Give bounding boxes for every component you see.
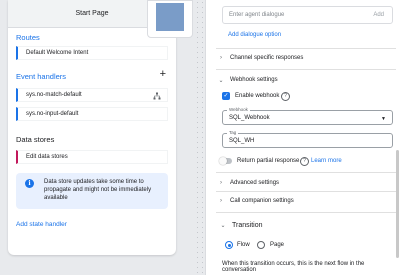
add-dialogue-option-link[interactable]: Add dialogue option	[228, 32, 281, 38]
help-icon[interactable]: ?	[300, 157, 309, 166]
divider	[216, 69, 396, 70]
dropdown-arrow-icon: ▼	[381, 116, 386, 122]
scrollbar[interactable]	[396, 150, 399, 258]
chevron-down-icon: ⌄	[218, 77, 224, 84]
channel-specific-responses-toggle[interactable]: › Channel specific responses	[216, 52, 396, 64]
add-state-handler-link[interactable]: Add state handler	[16, 221, 67, 228]
chevron-right-icon: ›	[220, 55, 222, 61]
info-message: Data store updates take some time to pro…	[44, 179, 152, 201]
hierarchy-icon	[153, 92, 161, 100]
call-companion-label: Call companion settings	[230, 198, 294, 204]
divider	[216, 48, 396, 49]
route-default-welcome-intent[interactable]: Default Welcome Intent	[16, 46, 168, 60]
learn-more-link[interactable]: Learn more	[311, 158, 342, 164]
info-icon: i	[25, 179, 34, 188]
chevron-down-icon: ⌄	[220, 223, 226, 229]
transition-section-toggle[interactable]: ⌄ Transition	[218, 222, 262, 229]
page-settings-panel: Enter agent dialogue Add Add dialogue op…	[205, 0, 400, 275]
enable-webhook-label: Enable webhook	[235, 93, 280, 99]
page-radio[interactable]	[257, 241, 265, 249]
webhook-value: SQL_Webhook	[229, 114, 270, 121]
chevron-right-icon: ›	[220, 198, 222, 204]
tag-field-label: Tag	[227, 130, 239, 135]
advanced-settings-toggle[interactable]: › Advanced settings	[216, 177, 396, 189]
page-label: Page	[270, 242, 285, 248]
agent-dialogue-input[interactable]: Enter agent dialogue Add	[222, 6, 393, 24]
flow-node-thumbnail[interactable]	[147, 0, 193, 38]
data-stores-title: Data stores	[16, 135, 55, 144]
tag-value: SQL_WH	[229, 137, 255, 144]
webhook-settings-label: Webhook settings	[230, 77, 278, 83]
info-banner: i Data store updates take some time to p…	[16, 173, 168, 209]
webhook-select[interactable]: Webhook SQL_Webhook ▼	[222, 107, 393, 125]
transition-description: When this transition occurs, this is the…	[222, 261, 365, 273]
agent-dialogue-placeholder: Enter agent dialogue	[229, 12, 285, 18]
routes-title: Routes	[16, 33, 40, 42]
divider	[216, 172, 396, 173]
transition-title: Transition	[232, 222, 263, 229]
webhook-field-label: Webhook	[227, 107, 250, 112]
node-preview	[156, 3, 184, 31]
advanced-settings-label: Advanced settings	[230, 180, 280, 186]
canvas-grid	[195, 0, 205, 275]
event-handler-label: sys.no-match-default	[26, 92, 82, 98]
start-page-panel: Start Page Routes Default Welcome Intent…	[8, 0, 176, 255]
edit-data-stores[interactable]: Edit data stores	[16, 150, 168, 164]
event-handler-no-input[interactable]: sys.no-input-default	[16, 107, 168, 121]
add-event-handler-button[interactable]: +	[160, 69, 166, 80]
tag-input[interactable]: Tag SQL_WH	[222, 130, 393, 148]
flow-label: Flow	[237, 242, 250, 248]
chevron-right-icon: ›	[220, 180, 222, 186]
return-partial-response-toggle[interactable]	[219, 156, 232, 165]
toggle-knob	[219, 156, 227, 165]
help-icon[interactable]: ?	[281, 92, 290, 101]
webhook-settings-toggle[interactable]: ⌄ Webhook settings	[216, 74, 396, 86]
divider	[216, 212, 396, 213]
event-handlers-title: Event handlers	[16, 72, 67, 81]
event-handler-no-match[interactable]: sys.no-match-default	[16, 88, 168, 102]
call-companion-settings-toggle[interactable]: › Call companion settings	[216, 195, 396, 207]
agent-dialogue-add-button[interactable]: Add	[373, 12, 384, 18]
divider	[216, 191, 396, 192]
channel-specific-label: Channel specific responses	[230, 55, 304, 61]
return-partial-label: Return partial response	[237, 158, 300, 164]
flow-radio[interactable]	[225, 241, 233, 249]
enable-webhook-checkbox[interactable]: ✓	[222, 92, 230, 100]
